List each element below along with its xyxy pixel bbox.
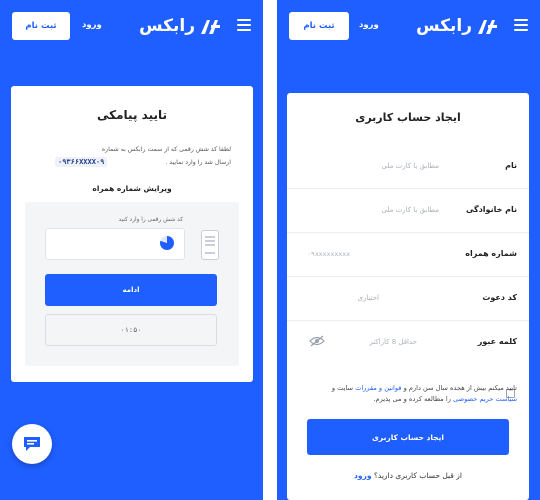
invite-code-label: کد دعوت <box>482 293 517 302</box>
terms-link[interactable]: قوانین و مقررات <box>355 384 401 392</box>
screenshot-stage: ثبت نام ورود رابکس تایید پیامکی لطفا کد … <box>0 0 540 500</box>
first-name-field[interactable]: نام مطابق با کارت ملی <box>287 145 529 189</box>
terms-prefix: تایید میکنم بیش از هجده سال سن دارم و <box>403 384 517 392</box>
signup-screen: ثبت نام ورود رابکس ایجاد حساب کاربری نام… <box>277 0 540 500</box>
terms-suffix: را مطالعه کرده و می پذیرم. <box>373 395 451 403</box>
phone-input[interactable]: ۰۹xxxxxxxxx <box>307 250 350 258</box>
phone-device-icon <box>201 230 219 260</box>
countdown-ring-icon <box>160 236 174 250</box>
login-link[interactable]: ورود <box>359 20 379 30</box>
already-have-account: از قبل حساب کاربری دارید؟ ورود <box>287 471 529 480</box>
login-link[interactable]: ورود <box>82 20 102 30</box>
password-input[interactable]: حداقل 8 کاراکتر <box>369 338 417 346</box>
terms-text: تایید میکنم بیش از هجده سال سن دارم و قو… <box>317 383 517 405</box>
terms-mid: سایت و <box>331 384 353 392</box>
continue-button[interactable]: ادامه <box>45 274 217 306</box>
otp-instruction-tail: ارسال شد را وارد نمایید . <box>165 159 231 166</box>
logo[interactable]: رابکس <box>416 14 498 38</box>
signin-link[interactable]: ورود <box>354 471 372 480</box>
logo[interactable]: رابکس <box>139 14 221 38</box>
invite-code-field[interactable]: کد دعوت اختیاری <box>287 277 529 321</box>
first-name-input[interactable]: مطابق با کارت ملی <box>381 162 439 170</box>
hamburger-icon[interactable] <box>237 19 251 31</box>
hide-password-icon[interactable] <box>309 335 325 347</box>
phone-field[interactable]: شماره همراه ۰۹xxxxxxxxx <box>287 233 529 277</box>
otp-instruction: لطفا کد شش رقمی که از سمت رابکس به شماره <box>101 146 231 153</box>
hamburger-icon[interactable] <box>514 19 528 31</box>
signup-title: ایجاد حساب کاربری <box>355 111 461 124</box>
header: ثبت نام ورود رابکس <box>12 12 251 40</box>
otp-screen: ثبت نام ورود رابکس تایید پیامکی لطفا کد … <box>0 0 263 500</box>
invite-code-input[interactable]: اختیاری <box>358 294 380 302</box>
otp-code-input[interactable] <box>45 228 185 260</box>
logo-mark-icon <box>478 20 497 34</box>
chat-support-button[interactable] <box>12 424 52 464</box>
signup-card: ایجاد حساب کاربری نام مطابق با کارت ملی … <box>287 93 529 500</box>
register-button[interactable]: ثبت نام <box>289 12 349 40</box>
register-button[interactable]: ثبت نام <box>12 12 70 40</box>
edit-phone-link[interactable]: ویرایش شماره همراه <box>11 184 253 193</box>
header: ثبت نام ورود رابکس <box>289 12 528 40</box>
privacy-link[interactable]: سیاست حریم خصوصی <box>453 395 517 403</box>
otp-title: تایید پیامکی <box>97 108 167 122</box>
chat-bubble-icon <box>24 437 40 451</box>
logo-mark-icon <box>201 20 220 34</box>
phone-number-chip: ۰۹۳۶۶XXXX۰۹ <box>55 157 108 167</box>
last-name-field[interactable]: نام خانوادگی مطابق با کارت ملی <box>287 189 529 233</box>
create-account-button[interactable]: ایجاد حساب کاربری <box>307 419 509 455</box>
first-name-label: نام <box>505 161 517 170</box>
resend-timer-button[interactable]: ۰۱:۵۰ <box>45 314 217 346</box>
otp-entry-area: کد شش رقمی را وارد کنید ادامه ۰۱:۵۰ <box>25 202 239 366</box>
otp-input-hint: کد شش رقمی را وارد کنید <box>118 217 183 223</box>
phone-label: شماره همراه <box>465 249 517 258</box>
last-name-label: نام خانوادگی <box>465 205 517 214</box>
password-label: کلمه عبور <box>477 337 517 346</box>
logo-text: رابکس <box>416 16 472 36</box>
logo-text: رابکس <box>139 16 195 36</box>
otp-card: تایید پیامکی لطفا کد شش رقمی که از سمت ر… <box>11 86 253 382</box>
password-field[interactable]: کلمه عبور حداقل 8 کاراکتر <box>287 321 529 365</box>
last-name-input[interactable]: مطابق با کارت ملی <box>381 206 439 214</box>
already-text: از قبل حساب کاربری دارید؟ <box>373 471 462 480</box>
